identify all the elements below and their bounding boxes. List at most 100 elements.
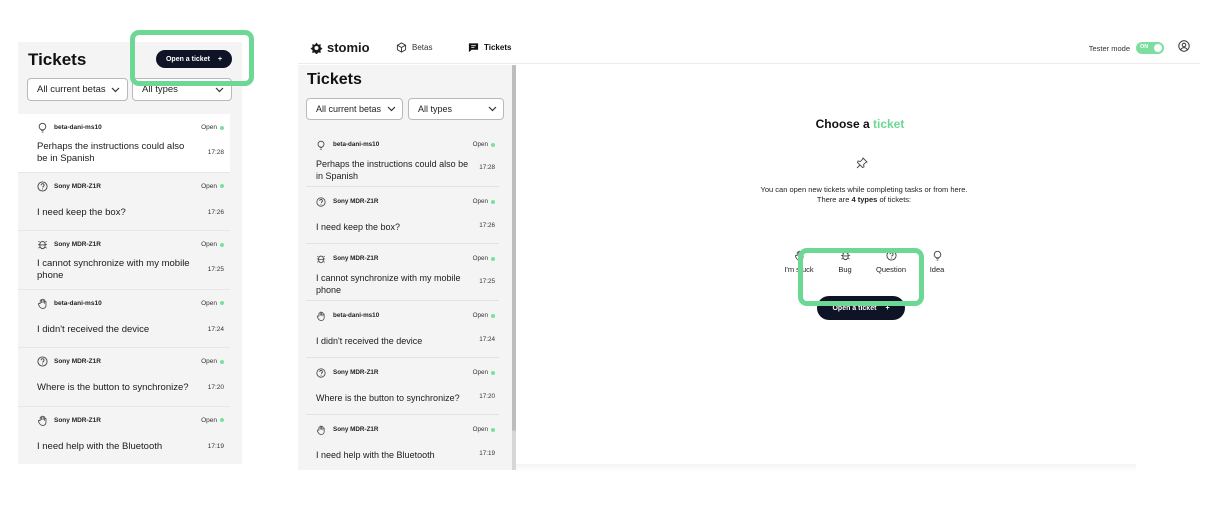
ticket-source: Sony MDR-Z1R: [54, 416, 101, 424]
ticket-text: I cannot synchronize with my mobile phon…: [316, 273, 461, 295]
ticket-time: 17:20: [207, 384, 224, 391]
ticket-list: beta-dani-ms10 Open Perhaps the instruct…: [18, 114, 242, 464]
filter-betas-select[interactable]: All current betas: [306, 98, 403, 120]
status-badge: Open: [473, 312, 495, 319]
app-window: stomio Betas Tickets Tester mode ON Tick…: [298, 32, 1200, 470]
filter-betas-value: All current betas: [37, 84, 106, 95]
ticket-item[interactable]: Sony MDR-Z1R Open Where is the button to…: [18, 348, 230, 407]
ticket-source: beta-dani-ms10: [333, 312, 380, 319]
user-profile-icon[interactable]: [1178, 40, 1190, 52]
ticket-time: 17:25: [479, 278, 495, 285]
status-badge: Open: [201, 417, 224, 424]
open-ticket-button[interactable]: Open a ticket +: [156, 50, 232, 68]
status-badge: Open: [473, 369, 495, 376]
ticket-source: beta-dani-ms10: [333, 141, 380, 148]
nav-betas[interactable]: Betas: [396, 42, 432, 53]
ticket-time: 17:28: [479, 164, 495, 171]
status-label: Open: [201, 182, 217, 190]
filter-types-select[interactable]: All types: [408, 98, 504, 120]
pin-icon: [856, 157, 868, 169]
status-label: Open: [472, 198, 488, 205]
ticket-time: 17:26: [479, 222, 495, 229]
logo-text: stomio: [327, 40, 370, 55]
status-label: Open: [201, 358, 217, 365]
status-badge: Open: [201, 358, 224, 365]
status-dot: [491, 313, 495, 318]
ticket-text: Perhaps the instructions could also be i…: [37, 141, 185, 164]
ticket-item[interactable]: beta-dani-ms10 Open I didn't received th…: [18, 289, 230, 348]
status-badge: Open: [473, 255, 495, 262]
choose-heading-prefix: Choose a: [815, 117, 870, 131]
ticket-item[interactable]: Sony MDR-Z1R Open I need keep the box? 1…: [306, 187, 499, 244]
lightbulb-icon: [933, 250, 941, 261]
cube-icon: [396, 42, 407, 53]
status-badge: Open: [201, 241, 224, 248]
ticket-text: I cannot synchronize with my mobile phon…: [37, 258, 190, 281]
ticket-item[interactable]: beta-dani-ms10 Open I didn't received th…: [306, 301, 499, 358]
ticket-source: Sony MDR-Z1R: [333, 369, 379, 376]
type-idea-label: Idea: [929, 265, 945, 274]
hand-icon: [38, 298, 47, 309]
status-label: Open: [472, 426, 488, 433]
ticket-text: I need help with the Bluetooth: [37, 440, 163, 452]
ticket-source: Sony MDR-Z1R: [54, 241, 101, 248]
nav-tickets[interactable]: Tickets: [468, 42, 511, 53]
panel-title: Tickets: [28, 50, 87, 69]
status-label: Open: [201, 124, 217, 131]
open-ticket-cta-button[interactable]: Open a ticket +: [817, 296, 905, 320]
ticket-item[interactable]: Sony MDR-Z1R Open I need help with the B…: [18, 406, 230, 464]
type-question: Question: [868, 250, 914, 274]
ticket-text: Where is the button to synchronize?: [316, 393, 460, 403]
ticket-item[interactable]: Sony MDR-Z1R Open I cannot synchronize w…: [306, 244, 499, 301]
status-dot: [220, 125, 224, 130]
ticket-item[interactable]: Sony MDR-Z1R Open I need keep the box? 1…: [18, 172, 230, 231]
plus-icon: +: [885, 304, 890, 312]
desc-line-2: There are 4 types of tickets:: [516, 195, 1212, 205]
filter-betas-select[interactable]: All current betas: [27, 78, 128, 101]
status-badge: Open: [201, 124, 224, 131]
bug-icon: [840, 251, 850, 261]
ticket-source: Sony MDR-Z1R: [333, 255, 379, 262]
ticket-item[interactable]: beta-dani-ms10 Open Perhaps the instruct…: [306, 130, 499, 187]
status-dot: [491, 199, 495, 204]
choose-heading: Choose a ticket: [516, 117, 1204, 131]
ticket-text: I need help with the Bluetooth: [316, 450, 435, 460]
ticket-item[interactable]: Sony MDR-Z1R Open Where is the button to…: [306, 358, 499, 415]
tester-mode-label: Tester mode: [1088, 43, 1130, 53]
ticket-message-icon: [468, 43, 479, 53]
status-label: Open: [472, 141, 488, 148]
status-dot: [220, 418, 224, 422]
ticket-item[interactable]: Sony MDR-Z1R Open I cannot synchronize w…: [18, 231, 230, 290]
choose-heading-accent: ticket: [873, 117, 905, 131]
ticket-time: 17:28: [207, 149, 224, 156]
hand-icon: [316, 311, 325, 321]
tester-mode: Tester mode ON: [1089, 42, 1164, 54]
desc-line-2-prefix: There are: [816, 195, 850, 204]
plus-icon: +: [217, 55, 223, 63]
ticket-source: beta-dani-ms10: [54, 124, 102, 131]
ticket-source: Sony MDR-Z1R: [333, 426, 379, 433]
filter-types-select[interactable]: All types: [132, 78, 232, 101]
status-dot: [491, 370, 495, 375]
status-label: Open: [201, 241, 217, 248]
sidebar-title: Tickets: [307, 71, 362, 88]
app-logo[interactable]: stomio: [310, 40, 370, 55]
status-dot: [220, 301, 224, 305]
status-badge: Open: [473, 141, 495, 148]
ticket-item[interactable]: beta-dani-ms10 Open Perhaps the instruct…: [18, 114, 230, 173]
ticket-text: Where is the button to synchronize?: [37, 382, 189, 393]
ticket-source: Sony MDR-Z1R: [54, 358, 101, 365]
status-badge: Open: [473, 198, 495, 205]
top-navigation: stomio Betas Tickets Tester mode ON: [298, 32, 1200, 64]
choose-ticket-pane: Choose a ticket You can open new tickets…: [516, 65, 1200, 470]
ticket-item[interactable]: Sony MDR-Z1R Open I need help with the B…: [306, 415, 499, 470]
status-label: Open: [472, 255, 488, 262]
tester-mode-toggle[interactable]: ON: [1136, 42, 1164, 54]
ticket-source: beta-dani-ms10: [54, 299, 102, 307]
ticket-list: beta-dani-ms10 Open Perhaps the instruct…: [306, 130, 499, 470]
status-badge: Open: [201, 300, 224, 307]
status-dot: [220, 242, 224, 247]
question-icon: [316, 368, 326, 378]
lightbulb-icon: [38, 122, 47, 133]
status-dot: [491, 142, 495, 147]
